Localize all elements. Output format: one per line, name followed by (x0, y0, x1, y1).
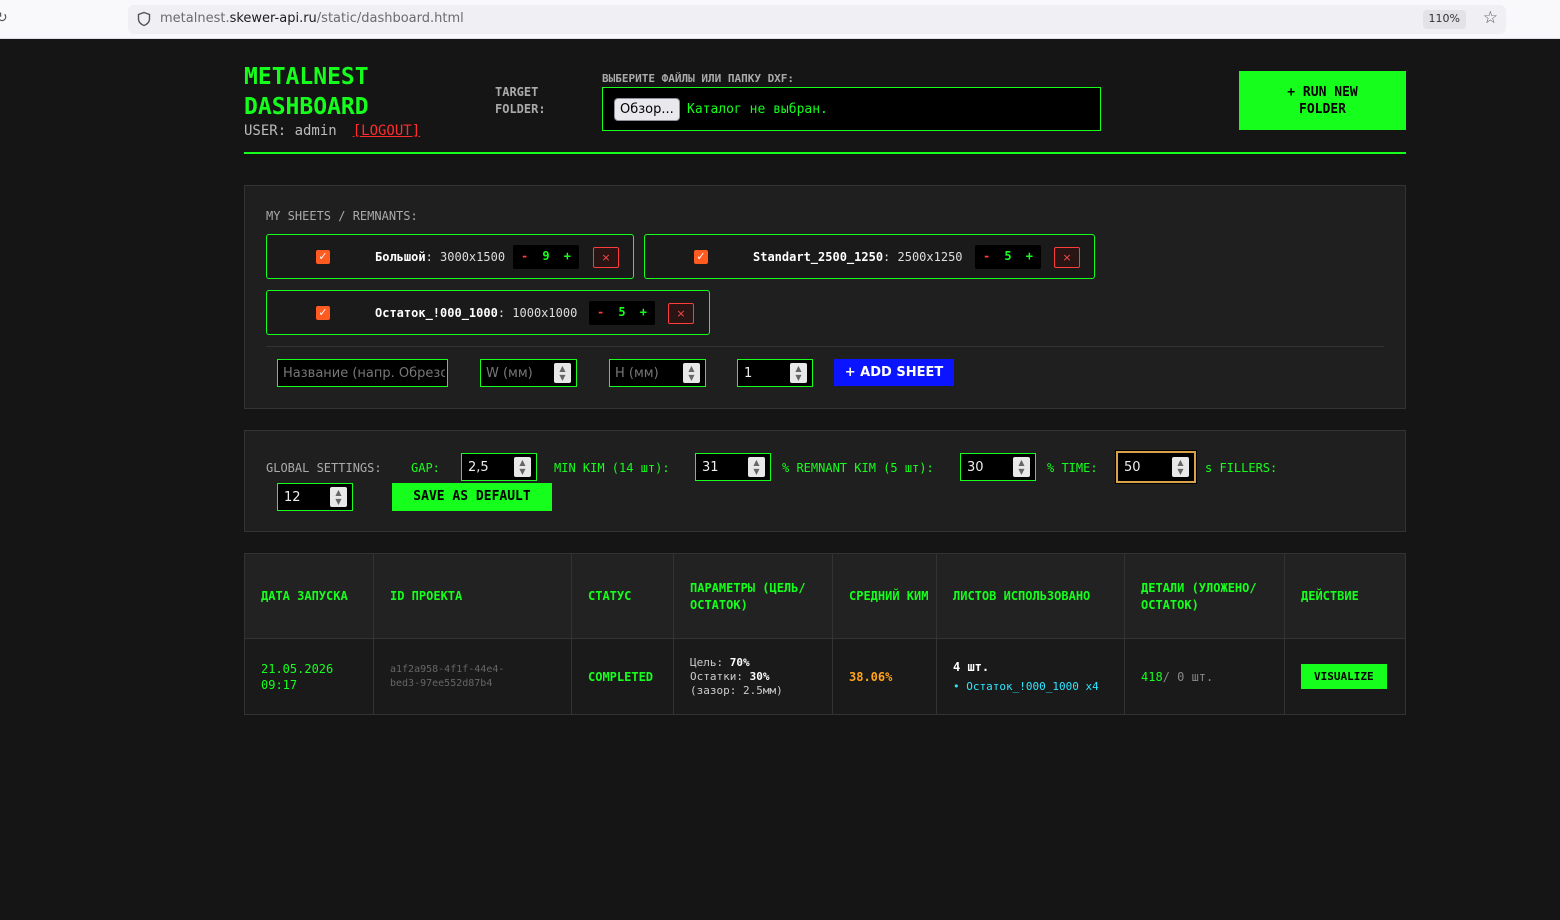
remnant-kim-label: % REMNANT KIM (5 шт): (782, 461, 934, 475)
column-header: ДАТА ЗАПУСКА (245, 554, 374, 639)
increment-button[interactable]: + (564, 249, 571, 263)
spinner-icon[interactable]: ▲ ▼ (683, 363, 700, 383)
cell-action: VISUALIZE (1285, 639, 1405, 714)
app-title: METALNEST DASHBOARD (244, 64, 369, 120)
browse-button[interactable]: Обзор... (614, 98, 680, 121)
spinner-icon[interactable]: ▲ ▼ (514, 457, 531, 477)
run-new-folder-button[interactable]: + RUN NEW FOLDER (1239, 71, 1406, 130)
sheet-name-input[interactable]: Название (напр. Обрезок) (277, 359, 448, 387)
sheet-height-input[interactable]: H (мм) ▲ ▼ (609, 359, 706, 387)
save-default-button[interactable]: SAVE AS DEFAULT (392, 483, 552, 511)
sheet-card: ✓ Большой: 3000x1500 9 - + × (266, 234, 634, 279)
url-text: metalnest.skewer-api.ru/static/dashboard… (160, 11, 464, 26)
decrement-button[interactable]: - (983, 249, 990, 263)
browser-toolbar: ↻ metalnest.skewer-api.ru/static/dashboa… (0, 0, 1560, 39)
width-placeholder: W (мм) (486, 366, 533, 381)
time-input[interactable]: 50 ▲ ▼ (1116, 451, 1196, 483)
spinner-icon[interactable]: ▲ ▼ (554, 363, 571, 383)
cell-parts: 418 / 0 шт. (1125, 639, 1285, 714)
count-value: 1 (744, 366, 753, 381)
column-header: СРЕДНИЙ КИМ (833, 554, 937, 639)
column-header: ЛИСТОВ ИСПОЛЬЗОВАНО (937, 554, 1125, 639)
delete-sheet-button[interactable]: × (1054, 247, 1080, 268)
bookmark-star-icon[interactable]: ☆ (1483, 8, 1498, 28)
cell-params: Цель: 70% Остатки: 30% (зазор: 2.5мм) (674, 639, 833, 714)
no-folder-text: Каталог не выбран. (687, 102, 828, 117)
spinner-icon[interactable]: ▲ ▼ (330, 487, 347, 507)
user-label: USER: admin (244, 123, 337, 139)
site-info-icon[interactable] (136, 11, 152, 27)
decrement-button[interactable]: - (521, 249, 528, 263)
column-header: ДЕЙСТВИЕ (1301, 589, 1359, 603)
sheet-card: ✓ Остаток_!000_1000: 1000x1000 5 - + × (266, 290, 710, 335)
sheet-width-input[interactable]: W (мм) ▲ ▼ (480, 359, 577, 387)
fillers-label: s FILLERS: (1205, 461, 1278, 475)
gap-input[interactable]: 2,5 ▲ ▼ (461, 453, 537, 481)
visualize-button[interactable]: VISUALIZE (1301, 664, 1387, 689)
user-info: USER: admin [LOGOUT] (244, 123, 420, 139)
sheet-count-input[interactable]: 1 ▲ ▼ (737, 359, 813, 387)
quantity-stepper: 9 - + (513, 245, 579, 269)
sheet-checkbox[interactable]: ✓ (316, 306, 330, 320)
sheet-label: Standart_2500_1250: 2500x1250 (753, 250, 963, 264)
sheets-panel: MY SHEETS / REMNANTS: ✓ Большой: 3000x15… (244, 185, 1406, 409)
spinner-icon[interactable]: ▲ ▼ (748, 457, 765, 477)
sheet-checkbox[interactable]: ✓ (316, 250, 330, 264)
target-folder-label: TARGET FOLDER: (495, 85, 546, 116)
quantity-stepper: 5 - + (975, 245, 1041, 269)
status-badge: COMPLETED (588, 669, 654, 684)
sheets-title: MY SHEETS / REMNANTS: (266, 209, 418, 223)
sheet-card: ✓ Standart_2500_1250: 2500x1250 5 - + × (644, 234, 1095, 279)
spinner-icon[interactable]: ▲ ▼ (1013, 457, 1030, 477)
min-kim-input[interactable]: 31 ▲ ▼ (695, 453, 771, 481)
dxf-file-input[interactable]: Обзор... Каталог не выбран. (602, 87, 1101, 131)
min-kim-label: MIN KIM (14 шт): (554, 461, 670, 475)
delete-sheet-button[interactable]: × (668, 303, 694, 324)
cell-project-id: a1f2a958-4f1f-44e4- bed3-97ee552d87b4 (374, 639, 572, 714)
delete-sheet-button[interactable]: × (593, 247, 619, 268)
sheet-label: Большой: 3000x1500 (375, 250, 506, 264)
settings-title: GLOBAL SETTINGS: (266, 461, 382, 475)
quantity-stepper: 5 - + (589, 301, 655, 325)
global-settings-panel: GLOBAL SETTINGS: GAP: 2,5 ▲ ▼ MIN KIM (14… (244, 430, 1406, 532)
cell-kim: 38.06% (833, 639, 937, 714)
height-placeholder: H (мм) (615, 366, 659, 381)
address-bar[interactable]: metalnest.skewer-api.ru/static/dashboard… (128, 5, 1506, 34)
fillers-input[interactable]: 12 ▲ ▼ (277, 483, 353, 511)
increment-button[interactable]: + (1026, 249, 1033, 263)
zoom-indicator[interactable]: 110% (1422, 10, 1466, 29)
panel-divider (266, 346, 1384, 347)
remnant-kim-input[interactable]: 30 ▲ ▼ (960, 453, 1036, 481)
column-header: ДЕТАЛИ (УЛОЖЕНО/ ОСТАТОК) (1125, 554, 1285, 639)
add-sheet-button[interactable]: + ADD SHEET (834, 359, 954, 386)
increment-button[interactable]: + (640, 305, 647, 319)
time-label: % TIME: (1047, 461, 1098, 475)
sheet-checkbox[interactable]: ✓ (694, 250, 708, 264)
runs-table: ДАТА ЗАПУСКА ID ПРОЕКТА СТАТУС ПАРАМЕТРЫ… (244, 553, 1406, 715)
column-header: СТАТУС (572, 554, 674, 639)
sheet-name-placeholder: Название (напр. Обрезок) (283, 366, 445, 381)
column-header: ПАРАМЕТРЫ (ЦЕЛЬ/ОСТАТОК) (674, 554, 833, 639)
gap-label: GAP: (411, 461, 440, 475)
cell-date: 21.05.2026 09:17 (245, 639, 374, 714)
cell-status: COMPLETED (572, 639, 674, 714)
reload-icon[interactable]: ↻ (0, 10, 8, 26)
spinner-icon[interactable]: ▲ ▼ (790, 363, 807, 383)
cell-sheets-used: 4 шт. • Остаток_!000_1000 x4 (937, 639, 1125, 714)
spinner-icon[interactable]: ▲ ▼ (1172, 457, 1189, 477)
dxf-picker-label: ВЫБЕРИТЕ ФАЙЛЫ ИЛИ ПАПКУ DXF: (602, 72, 795, 85)
logout-link[interactable]: [LOGOUT] (353, 123, 420, 139)
decrement-button[interactable]: - (597, 305, 604, 319)
sheet-label: Остаток_!000_1000: 1000x1000 (375, 306, 578, 320)
header-divider (244, 152, 1406, 154)
column-header: ID ПРОЕКТА (374, 554, 572, 639)
table-header: ДАТА ЗАПУСКА ID ПРОЕКТА СТАТУС ПАРАМЕТРЫ… (245, 554, 1405, 639)
